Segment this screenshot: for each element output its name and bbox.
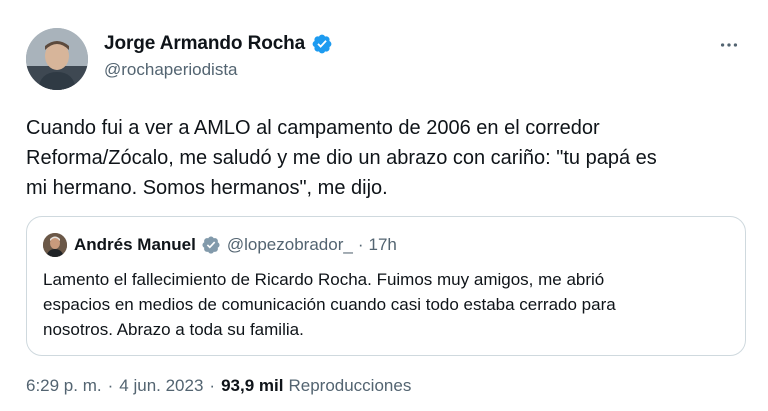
government-verified-badge-icon[interactable] (201, 235, 221, 255)
more-options-button[interactable] (714, 30, 744, 60)
quoted-author-handle[interactable]: @lopezobrador_ (227, 235, 353, 255)
quoted-tweet-text: Lamento el fallecimiento de Ricardo Roch… (43, 267, 733, 342)
author-name[interactable]: Jorge Armando Rocha (104, 33, 305, 55)
quoted-author-name[interactable]: Andrés Manuel (74, 235, 196, 255)
quoted-separator: · (357, 235, 364, 254)
tweet-text-line: mi hermano. Somos hermanos", me dijo. (26, 177, 388, 199)
quoted-timestamp[interactable]: 17h (368, 235, 396, 255)
author-name-row: Jorge Armando Rocha (104, 32, 333, 56)
meta-separator: · (209, 376, 216, 395)
tweet-meta: 6:29 p. m. · 4 jun. 2023 · 93,9 mil Repr… (26, 376, 411, 396)
author-block: Jorge Armando Rocha @rochaperiodista (104, 32, 333, 80)
author-avatar[interactable] (26, 28, 88, 90)
views-label: Reproducciones (288, 376, 412, 395)
tweet-text-line: Reforma/Zócalo, me saludó y me dio un ab… (26, 147, 657, 169)
quoted-text-line: Lamento el fallecimiento de Ricardo Roch… (43, 270, 605, 289)
tweet-date[interactable]: 4 jun. 2023 (119, 376, 203, 396)
quoted-text-line: espacios en medios de comunicación cuand… (43, 295, 616, 314)
tweet-text: Cuando fui a ver a AMLO al campamento de… (26, 113, 746, 203)
quoted-tweet[interactable]: Andrés Manuel @lopezobrador_ · 17h Lamen… (26, 216, 746, 356)
verified-badge-icon[interactable] (311, 33, 333, 55)
author-handle[interactable]: @rochaperiodista (104, 60, 333, 80)
more-horizontal-icon (720, 43, 738, 47)
quoted-text-line: nosotros. Abrazo a toda su familia. (43, 320, 304, 339)
tweet-time[interactable]: 6:29 p. m. (26, 376, 102, 396)
quoted-author-avatar[interactable] (43, 233, 67, 257)
tweet-text-line: Cuando fui a ver a AMLO al campamento de… (26, 117, 600, 139)
views-count[interactable]: 93,9 mil (221, 376, 283, 396)
meta-separator: · (107, 376, 114, 395)
tweet-card: Jorge Armando Rocha @rochaperiodista Cua… (0, 0, 768, 411)
quoted-tweet-header: Andrés Manuel @lopezobrador_ · 17h (43, 233, 397, 257)
